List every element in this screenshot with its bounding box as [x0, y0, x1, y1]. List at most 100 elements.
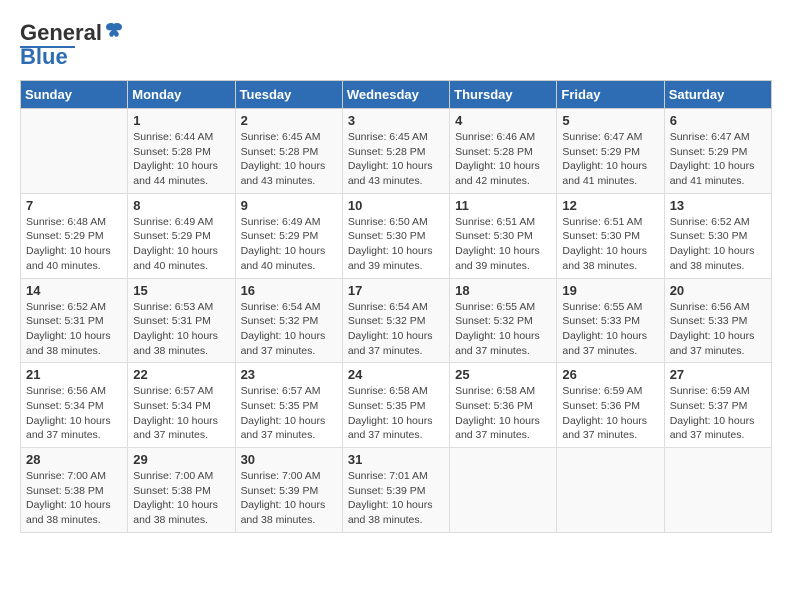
day-info: Sunrise: 6:55 AMSunset: 5:32 PMDaylight:… [455, 300, 551, 359]
day-of-week-header: Saturday [664, 81, 771, 109]
day-number: 4 [455, 113, 551, 128]
calendar-week-row: 21Sunrise: 6:56 AMSunset: 5:34 PMDayligh… [21, 363, 772, 448]
calendar-cell: 14 Sunrise: 6:52 AMSunset: 5:31 PMDayligh… [21, 278, 128, 363]
calendar-cell [21, 109, 128, 194]
calendar-cell: 21Sunrise: 6:56 AMSunset: 5:34 PMDayligh… [21, 363, 128, 448]
day-of-week-header: Tuesday [235, 81, 342, 109]
day-number: 2 [241, 113, 337, 128]
day-info: Sunrise: 6:46 AMSunset: 5:28 PMDaylight:… [455, 130, 551, 189]
day-number: 25 [455, 367, 551, 382]
day-number: 10 [348, 198, 444, 213]
day-number: 1 [133, 113, 229, 128]
day-of-week-header: Sunday [21, 81, 128, 109]
calendar-cell: 30Sunrise: 7:00 AMSunset: 5:39 PMDayligh… [235, 448, 342, 533]
day-info: Sunrise: 6:51 AMSunset: 5:30 PMDaylight:… [562, 215, 658, 274]
calendar-cell: 27 Sunrise: 6:59 AMSunset: 5:37 PMDayligh… [664, 363, 771, 448]
calendar-cell: 8Sunrise: 6:49 AMSunset: 5:29 PMDaylight… [128, 193, 235, 278]
calendar-cell: 5 Sunrise: 6:47 AMSunset: 5:29 PMDaylight… [557, 109, 664, 194]
day-number: 19 [562, 283, 658, 298]
logo: General Blue [20, 20, 124, 70]
calendar-cell: 28 Sunrise: 7:00 AMSunset: 5:38 PMDayligh… [21, 448, 128, 533]
day-number: 20 [670, 283, 766, 298]
calendar-cell: 20 Sunrise: 6:56 AMSunset: 5:33 PMDayligh… [664, 278, 771, 363]
day-number: 3 [348, 113, 444, 128]
calendar-cell: 17Sunrise: 6:54 AMSunset: 5:32 PMDayligh… [342, 278, 449, 363]
day-info: Sunrise: 7:01 AMSunset: 5:39 PMDaylight:… [348, 469, 444, 528]
day-info: Sunrise: 6:51 AMSunset: 5:30 PMDaylight:… [455, 215, 551, 274]
day-info: Sunrise: 6:52 AMSunset: 5:31 PMDaylight:… [26, 300, 122, 359]
day-of-week-header: Wednesday [342, 81, 449, 109]
day-number: 23 [241, 367, 337, 382]
day-number: 9 [241, 198, 337, 213]
day-info: Sunrise: 6:47 AMSunset: 5:29 PMDaylight:… [562, 130, 658, 189]
day-info: Sunrise: 6:47 AMSunset: 5:29 PMDaylight:… [670, 130, 766, 189]
day-number: 14 [26, 283, 122, 298]
logo-text-blue: Blue [20, 44, 68, 70]
day-number: 28 [26, 452, 122, 467]
calendar-week-row: 14 Sunrise: 6:52 AMSunset: 5:31 PMDayligh… [21, 278, 772, 363]
day-number: 26 [562, 367, 658, 382]
day-number: 12 [562, 198, 658, 213]
calendar-cell: 25 Sunrise: 6:58 AMSunset: 5:36 PMDayligh… [450, 363, 557, 448]
calendar-week-row: 7 Sunrise: 6:48 AMSunset: 5:29 PMDaylight… [21, 193, 772, 278]
calendar-cell [664, 448, 771, 533]
day-info: Sunrise: 6:45 AMSunset: 5:28 PMDaylight:… [241, 130, 337, 189]
calendar-cell: 15 Sunrise: 6:53 AMSunset: 5:31 PMDayligh… [128, 278, 235, 363]
day-number: 16 [241, 283, 337, 298]
calendar-cell: 29 Sunrise: 7:00 AMSunset: 5:38 PMDayligh… [128, 448, 235, 533]
day-number: 8 [133, 198, 229, 213]
day-info: Sunrise: 6:45 AMSunset: 5:28 PMDaylight:… [348, 130, 444, 189]
day-number: 22 [133, 367, 229, 382]
calendar-cell: 26Sunrise: 6:59 AMSunset: 5:36 PMDayligh… [557, 363, 664, 448]
day-info: Sunrise: 6:52 AMSunset: 5:30 PMDaylight:… [670, 215, 766, 274]
day-of-week-header: Monday [128, 81, 235, 109]
day-number: 7 [26, 198, 122, 213]
day-info: Sunrise: 6:48 AMSunset: 5:29 PMDaylight:… [26, 215, 122, 274]
calendar-cell [557, 448, 664, 533]
calendar-cell: 13 Sunrise: 6:52 AMSunset: 5:30 PMDayligh… [664, 193, 771, 278]
calendar-cell: 7 Sunrise: 6:48 AMSunset: 5:29 PMDaylight… [21, 193, 128, 278]
day-info: Sunrise: 6:57 AMSunset: 5:34 PMDaylight:… [133, 384, 229, 443]
calendar-cell: 6 Sunrise: 6:47 AMSunset: 5:29 PMDaylight… [664, 109, 771, 194]
day-number: 31 [348, 452, 444, 467]
day-number: 18 [455, 283, 551, 298]
day-number: 6 [670, 113, 766, 128]
header: General Blue [20, 20, 772, 70]
day-number: 29 [133, 452, 229, 467]
calendar-cell: 31 Sunrise: 7:01 AMSunset: 5:39 PMDayligh… [342, 448, 449, 533]
calendar-week-row: 1Sunrise: 6:44 AMSunset: 5:28 PMDaylight… [21, 109, 772, 194]
day-number: 15 [133, 283, 229, 298]
calendar-cell: 23 Sunrise: 6:57 AMSunset: 5:35 PMDayligh… [235, 363, 342, 448]
day-number: 21 [26, 367, 122, 382]
day-info: Sunrise: 7:00 AMSunset: 5:38 PMDaylight:… [26, 469, 122, 528]
day-of-week-header: Thursday [450, 81, 557, 109]
calendar-cell: 11 Sunrise: 6:51 AMSunset: 5:30 PMDayligh… [450, 193, 557, 278]
logo-bird-icon [104, 22, 124, 40]
day-info: Sunrise: 6:49 AMSunset: 5:29 PMDaylight:… [241, 215, 337, 274]
calendar-week-row: 28 Sunrise: 7:00 AMSunset: 5:38 PMDayligh… [21, 448, 772, 533]
calendar-cell: 12 Sunrise: 6:51 AMSunset: 5:30 PMDayligh… [557, 193, 664, 278]
day-number: 11 [455, 198, 551, 213]
calendar-cell: 16Sunrise: 6:54 AMSunset: 5:32 PMDayligh… [235, 278, 342, 363]
day-info: Sunrise: 6:53 AMSunset: 5:31 PMDaylight:… [133, 300, 229, 359]
calendar-cell: 19 Sunrise: 6:55 AMSunset: 5:33 PMDayligh… [557, 278, 664, 363]
calendar-cell: 24Sunrise: 6:58 AMSunset: 5:35 PMDayligh… [342, 363, 449, 448]
day-info: Sunrise: 6:56 AMSunset: 5:33 PMDaylight:… [670, 300, 766, 359]
day-info: Sunrise: 6:59 AMSunset: 5:37 PMDaylight:… [670, 384, 766, 443]
day-of-week-header: Friday [557, 81, 664, 109]
calendar-cell: 22 Sunrise: 6:57 AMSunset: 5:34 PMDayligh… [128, 363, 235, 448]
calendar-cell: 10Sunrise: 6:50 AMSunset: 5:30 PMDayligh… [342, 193, 449, 278]
day-number: 5 [562, 113, 658, 128]
day-info: Sunrise: 6:58 AMSunset: 5:36 PMDaylight:… [455, 384, 551, 443]
day-info: Sunrise: 6:57 AMSunset: 5:35 PMDaylight:… [241, 384, 337, 443]
calendar-cell: 4 Sunrise: 6:46 AMSunset: 5:28 PMDaylight… [450, 109, 557, 194]
day-number: 13 [670, 198, 766, 213]
calendar-cell [450, 448, 557, 533]
day-info: Sunrise: 7:00 AMSunset: 5:38 PMDaylight:… [133, 469, 229, 528]
day-number: 27 [670, 367, 766, 382]
day-info: Sunrise: 6:54 AMSunset: 5:32 PMDaylight:… [348, 300, 444, 359]
calendar-cell: 1Sunrise: 6:44 AMSunset: 5:28 PMDaylight… [128, 109, 235, 194]
calendar-cell: 18 Sunrise: 6:55 AMSunset: 5:32 PMDayligh… [450, 278, 557, 363]
day-info: Sunrise: 6:55 AMSunset: 5:33 PMDaylight:… [562, 300, 658, 359]
logo-text-general: General [20, 20, 102, 46]
